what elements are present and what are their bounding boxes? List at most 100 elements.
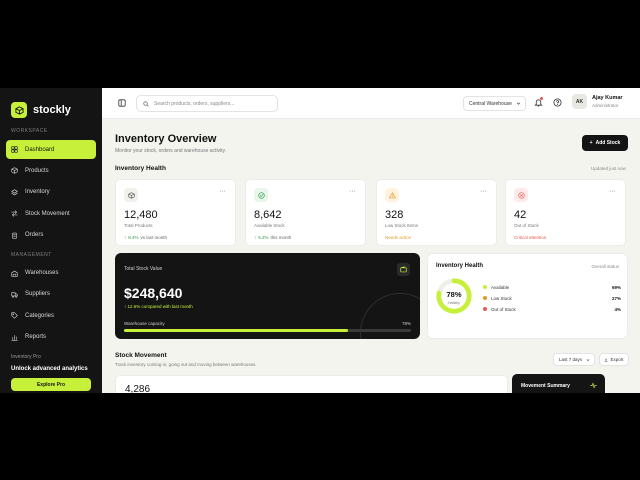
- sidebar-item-label: Warehouses: [25, 270, 59, 277]
- movement-summary-title: Movement Summary: [521, 383, 570, 389]
- sidebar-item-products[interactable]: Products: [6, 161, 96, 180]
- stat-label: Available Stock: [254, 223, 285, 228]
- help-icon[interactable]: [553, 98, 562, 107]
- stat-card[interactable]: ··· 8,642 Available Stock ↑ 5.2% this month: [245, 179, 366, 246]
- stat-label: Low Stock Items: [385, 223, 419, 228]
- wallet-icon[interactable]: [397, 263, 410, 276]
- stock-value-change-text: 12.6% compared with last month: [127, 304, 193, 309]
- sidebar-item-orders[interactable]: Orders: [6, 226, 96, 245]
- stock-value-change: ↑ 12.6% compared with last month: [124, 304, 193, 309]
- more-icon[interactable]: ···: [609, 188, 616, 195]
- stat-icon-wrap: [124, 188, 138, 202]
- warehouse-select[interactable]: Central Warehouse: [463, 96, 526, 111]
- donut-label: Healthy: [448, 301, 460, 305]
- stat-icon-wrap: [385, 188, 399, 202]
- period-select[interactable]: Last 7 days: [553, 353, 595, 366]
- sidebar-item-warehouses[interactable]: Warehouses: [6, 264, 96, 283]
- management-label: MANAGEMENT: [11, 251, 52, 258]
- alert-icon: [517, 191, 525, 199]
- chevron-down-icon: [586, 358, 590, 361]
- stat-value: 42: [514, 209, 527, 221]
- donut-value: 78%: [446, 290, 462, 299]
- updated-label: Updated just now: [591, 166, 626, 171]
- tag-icon: [11, 312, 18, 319]
- stat-label: Total Products: [124, 223, 153, 228]
- clipboard-icon: [12, 232, 17, 239]
- brand[interactable]: stockly: [0, 88, 102, 122]
- stat-trend: ↑ 8.4% vs last month: [124, 235, 167, 240]
- download-icon: [605, 357, 608, 362]
- legend-dot: [483, 285, 487, 289]
- sidebar-item-label: Dashboard: [25, 146, 55, 153]
- workspace-label: WORKSPACE: [11, 128, 48, 134]
- sidebar-item-categories[interactable]: Categories: [6, 306, 96, 325]
- promo-card: Inventory Pro Unlock advanced analytics …: [6, 354, 96, 391]
- legend-pct: 69%: [611, 284, 621, 290]
- search-icon: [143, 100, 149, 107]
- promo-headline: Unlock advanced analytics: [11, 366, 88, 372]
- check-icon: [257, 191, 265, 199]
- stock-movement-title: Stock Movement: [115, 352, 167, 359]
- arrows-icon: [11, 210, 18, 217]
- stat-note: Needs action: [385, 235, 412, 240]
- more-icon[interactable]: ···: [219, 188, 226, 195]
- chart-icon: [11, 334, 18, 341]
- sidebar-item-suppliers[interactable]: Suppliers: [6, 285, 96, 304]
- search-input[interactable]: [154, 100, 272, 107]
- more-icon[interactable]: ···: [349, 188, 356, 195]
- stat-value: 8,642: [254, 209, 282, 221]
- sidebar-item-label: Stock Movement: [25, 210, 70, 217]
- stat-trend: Needs action: [385, 235, 411, 240]
- export-button[interactable]: Export: [599, 353, 629, 366]
- activity-icon[interactable]: [590, 382, 597, 389]
- sidebar-item-label: Reports: [25, 334, 47, 341]
- capacity-bar-fill: [124, 329, 348, 332]
- stat-note: Critical attention: [514, 235, 547, 240]
- sidebar-item-label: Inventory: [25, 189, 50, 196]
- workspace-nav: Dashboard Products Inventory Stock Movement…: [0, 140, 102, 245]
- health-title: Inventory Health: [436, 263, 484, 269]
- stock-movement-subtitle: Track inventory coming in, going out and…: [115, 362, 257, 367]
- more-icon[interactable]: ···: [480, 188, 487, 195]
- stock-value-amount: $248,640: [124, 285, 183, 301]
- main-content: Central Warehouse AK Ajay Kumar Administ…: [102, 88, 640, 393]
- trend-up-icon: ↑: [254, 235, 257, 240]
- topbar: Central Warehouse AK Ajay Kumar Administ…: [102, 88, 640, 119]
- page-subtitle: Monitor your stock, orders and warehouse…: [115, 148, 227, 154]
- stat-delta: 5.2%: [258, 235, 269, 240]
- stock-value-card: Total Stock Value $248,640 ↑ 12.6% compa…: [115, 253, 420, 339]
- search-box[interactable]: [136, 95, 278, 112]
- legend-label: Available: [491, 284, 510, 290]
- sidebar-item-dashboard[interactable]: Dashboard: [6, 140, 96, 159]
- stat-card[interactable]: ··· 12,480 Total Products ↑ 8.4% vs last mo…: [115, 179, 236, 246]
- sidebar: stockly WORKSPACE Dashboard Products Inven…: [0, 88, 102, 393]
- sidebar-item-stock-movement[interactable]: Stock Movement: [6, 204, 96, 223]
- warning-icon: [388, 191, 396, 198]
- health-card: Inventory Health Overall status 78% Heal…: [427, 253, 628, 339]
- capacity-bar: [124, 329, 411, 332]
- box-icon: [11, 102, 27, 118]
- sidebar-item-reports[interactable]: Reports: [6, 328, 96, 347]
- stat-delta: 8.4%: [128, 235, 139, 240]
- stat-note: this month: [270, 235, 292, 240]
- legend-row: Low Stock 27%: [483, 294, 621, 302]
- add-stock-label: Add Stock: [595, 140, 621, 146]
- stat-value: 12,480: [124, 209, 158, 221]
- user-menu[interactable]: AK Ajay Kumar Administrator: [572, 94, 623, 109]
- explore-pro-button[interactable]: Explore Pro: [11, 378, 91, 391]
- warehouse-icon: [11, 270, 18, 277]
- chevron-down-icon: [516, 102, 521, 105]
- movement-summary-card: Movement Summary: [512, 374, 605, 393]
- decorative-ring: [360, 293, 420, 339]
- stat-card[interactable]: ··· 42 Out of Stock Critical attention: [505, 179, 626, 246]
- legend-row: Out of Stock 4%: [483, 305, 621, 313]
- legend-dot: [483, 307, 487, 311]
- brand-name: stockly: [33, 104, 71, 116]
- stat-icon-wrap: [514, 188, 528, 202]
- capacity-percent: 78%: [401, 321, 411, 326]
- export-label: Export: [610, 357, 624, 362]
- add-stock-button[interactable]: + Add Stock: [582, 135, 628, 151]
- sidebar-item-inventory[interactable]: Inventory: [6, 183, 96, 202]
- sidebar-toggle-icon[interactable]: [118, 99, 126, 107]
- stat-card[interactable]: ··· 328 Low Stock Items Needs action: [376, 179, 497, 246]
